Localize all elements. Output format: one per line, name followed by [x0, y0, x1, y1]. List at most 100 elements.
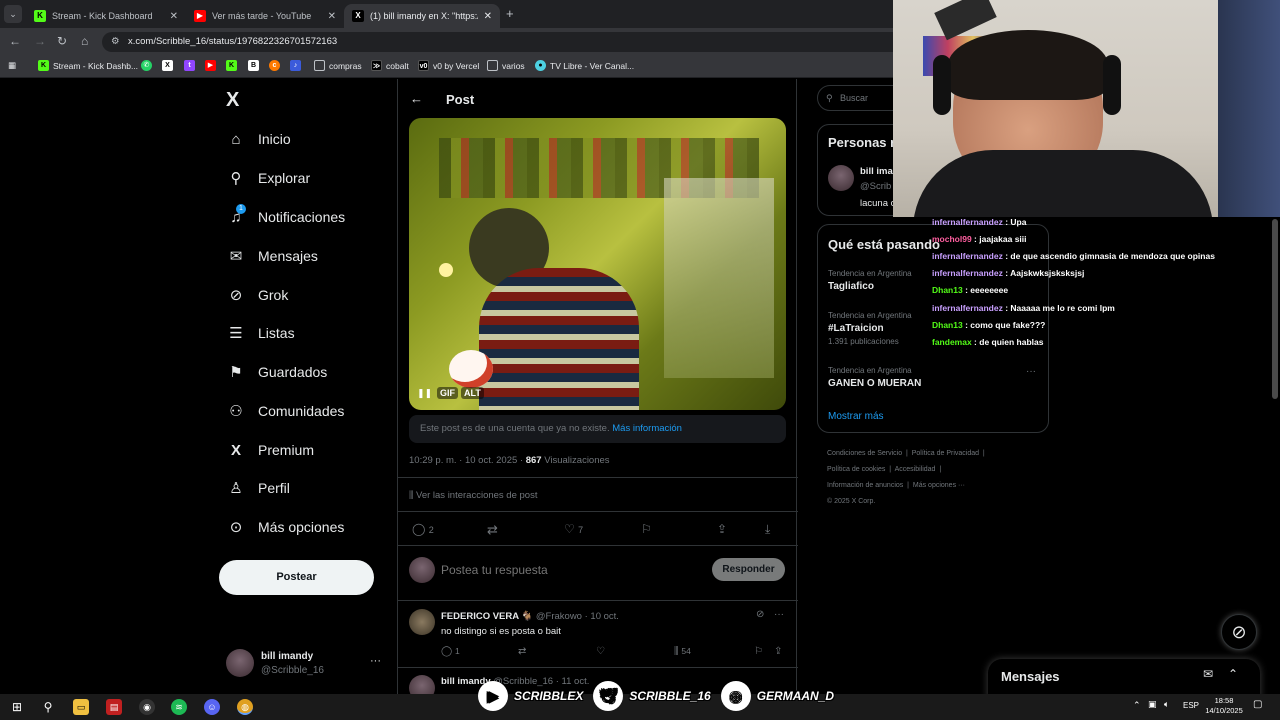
post-button[interactable]: Postear	[219, 560, 374, 595]
tray-chevron-icon[interactable]: ⌃	[1133, 700, 1141, 711]
footer-link[interactable]: Condiciones de Servicio	[827, 450, 902, 457]
app-icon-red[interactable]: ▤	[106, 699, 122, 715]
forward-icon[interactable]: →	[34, 34, 46, 48]
sidebar-item-listas[interactable]: ☰ Listas	[226, 322, 294, 344]
post-interactions-link[interactable]: ⫼ Ver las interacciones de post	[409, 490, 537, 501]
sidebar-item-mas-opciones[interactable]: ⊙ Más opciones	[226, 516, 345, 538]
repost-icon[interactable]: ⇄	[518, 646, 526, 657]
network-icon[interactable]: ▣	[1148, 699, 1157, 710]
more-icon[interactable]: ···	[370, 655, 381, 667]
clock-date: 14/10/2025	[1205, 706, 1243, 715]
file-explorer-icon[interactable]: ▭	[73, 699, 89, 715]
streamer-shirt	[913, 150, 1213, 217]
heart-icon[interactable]: ♡	[596, 646, 605, 657]
bookmark-icon-c[interactable]: c	[269, 60, 284, 71]
apps-icon[interactable]: ▦	[8, 60, 16, 71]
trend-item[interactable]: Tendencia en Argentina GANEN O MUERAN	[828, 366, 921, 389]
share-icon[interactable]: ⇪	[717, 522, 727, 536]
post-gif[interactable]: ❚❚ GIF ALT	[409, 118, 786, 410]
twitch-icon[interactable]: t	[184, 60, 199, 71]
bookmark-icon-b[interactable]: B	[248, 60, 263, 71]
repost-icon[interactable]: ⇄	[487, 522, 498, 538]
bookmark-varios[interactable]: varios	[487, 60, 525, 71]
tab-x-post[interactable]: X (1) bill imandy en X: "https://t.c ✕	[344, 4, 500, 28]
show-more-link[interactable]: Mostrar más	[828, 411, 884, 422]
close-icon[interactable]: ✕	[170, 11, 178, 22]
share-icon[interactable]: ⇪	[774, 646, 782, 657]
footer-link[interactable]: Política de cookies	[827, 466, 885, 473]
bookmark-icon[interactable]: ⚐	[641, 522, 652, 536]
new-message-icon[interactable]: ✉	[1203, 667, 1213, 681]
trend-item[interactable]: Tendencia en Argentina Tagliafico	[828, 269, 912, 292]
sidebar-item-perfil[interactable]: ♙ Perfil	[226, 477, 290, 499]
footer-link[interactable]: Información de anuncios	[827, 482, 903, 489]
youtube-bookmark-icon[interactable]: ▶	[205, 60, 220, 71]
clock[interactable]: 18:58 14/10/2025	[1204, 696, 1244, 716]
account-switcher[interactable]: bill imandy @Scribble_16 ···	[226, 649, 386, 679]
back-arrow-icon[interactable]: ←	[410, 91, 423, 106]
whatsapp-icon[interactable]: ✆	[141, 60, 156, 71]
pause-icon[interactable]: ❚❚	[417, 388, 432, 399]
home-icon[interactable]: ⌂	[81, 34, 88, 48]
obs-icon[interactable]: ◉	[139, 699, 155, 715]
grok-icon[interactable]: ⊘	[756, 609, 764, 620]
sidebar-item-comunidades[interactable]: ⚇ Comunidades	[226, 400, 344, 422]
bookmark-cobalt[interactable]: ≫ cobalt	[371, 60, 409, 71]
sidebar-item-notificaciones[interactable]: ♫ 1 Notificaciones	[226, 203, 345, 228]
bookmark-v0[interactable]: v0 v0 by Vercel	[418, 60, 479, 71]
reload-icon[interactable]: ↻	[57, 34, 67, 48]
kick-bookmark-icon[interactable]: K	[226, 60, 241, 71]
reply-button[interactable]: Responder	[712, 558, 785, 581]
footer-link[interactable]: Política de Privacidad	[912, 450, 979, 457]
bookmark-icon[interactable]: ⚐	[754, 646, 763, 657]
trend-item[interactable]: Tendencia en Argentina #LaTraicion 1.391…	[828, 311, 912, 346]
notifications-icon[interactable]: ▢	[1253, 699, 1262, 710]
post-time[interactable]: 10:29 p. m. · 10 oct. 2025 ·	[409, 455, 523, 466]
back-icon[interactable]: ←	[9, 34, 21, 48]
windows-start-icon[interactable]: ⊞	[9, 699, 25, 715]
suggest-name[interactable]: bill ima	[860, 166, 893, 177]
alt-badge[interactable]: ALT	[461, 387, 484, 399]
reply-author[interactable]: FEDERICO VERA 🐐	[441, 611, 533, 622]
reply-input[interactable]	[441, 559, 696, 581]
address-bar[interactable]: ⚙ x.com/Scribble_16/status/1976822326701…	[102, 32, 902, 52]
tab-youtube[interactable]: ▶ Ver más tarde - YouTube ✕	[186, 4, 344, 28]
bookmark-kick[interactable]: K Stream - Kick Dashb...	[38, 60, 138, 71]
close-icon[interactable]: ✕	[328, 11, 336, 22]
sidebar-item-explorar[interactable]: ⚲ Explorar	[226, 167, 311, 189]
chrome-icon[interactable]: ◍	[237, 699, 253, 715]
grok-fab-icon[interactable]: ⊘	[1221, 614, 1257, 650]
volume-icon[interactable]: 🔈︎	[1164, 699, 1169, 710]
download-icon[interactable]: ⤓	[765, 522, 770, 537]
site-info-icon[interactable]: ⚙	[111, 32, 120, 52]
close-icon[interactable]: ✕	[484, 11, 492, 22]
tab-kick-dashboard[interactable]: K Stream - Kick Dashboard ✕	[26, 4, 186, 28]
footer-link[interactable]: Accesibilidad	[895, 466, 936, 473]
reply-action[interactable]: ◯ 2	[412, 522, 434, 536]
bookmark-icon-d[interactable]: ♪	[290, 60, 305, 71]
sidebar-item-grok[interactable]: ⊘ Grok	[226, 284, 289, 306]
spotify-icon[interactable]: ≋	[171, 699, 187, 715]
sidebar-item-guardados[interactable]: ⚑ Guardados	[226, 361, 327, 383]
more-info-link[interactable]: Más información	[612, 423, 682, 434]
bookmark-tvlibre[interactable]: ● TV Libre - Ver Canal...	[535, 60, 634, 71]
language-indicator[interactable]: ESP	[1183, 701, 1199, 710]
like-action[interactable]: ♡ 7	[564, 522, 583, 536]
messages-drawer[interactable]: Mensajes ✉ ⌃	[988, 659, 1260, 694]
sidebar-item-mensajes[interactable]: ✉ Mensajes	[226, 245, 318, 267]
expand-icon[interactable]: ⌃	[1228, 667, 1238, 681]
sidebar-item-premium[interactable]: X Premium	[226, 439, 314, 461]
footer-link[interactable]: Más opciones ···	[913, 482, 965, 489]
new-tab-icon[interactable]: +	[506, 6, 514, 21]
x-logo-icon[interactable]: X	[226, 89, 239, 112]
reply-reply-action[interactable]: ◯ 1	[441, 646, 460, 657]
views-action[interactable]: ⫼ 54	[674, 646, 691, 657]
bookmark-compras[interactable]: compras	[314, 60, 362, 71]
x-bookmark-icon[interactable]: X	[162, 60, 177, 71]
more-icon[interactable]: ···	[1026, 366, 1036, 377]
sidebar-item-inicio[interactable]: ⌂ Inicio	[226, 128, 290, 150]
tab-search-chevron-icon[interactable]: ⌄	[4, 5, 22, 23]
more-icon[interactable]: ···	[774, 609, 784, 620]
discord-icon[interactable]: ☺	[204, 699, 220, 715]
search-icon[interactable]: ⚲	[40, 699, 56, 715]
